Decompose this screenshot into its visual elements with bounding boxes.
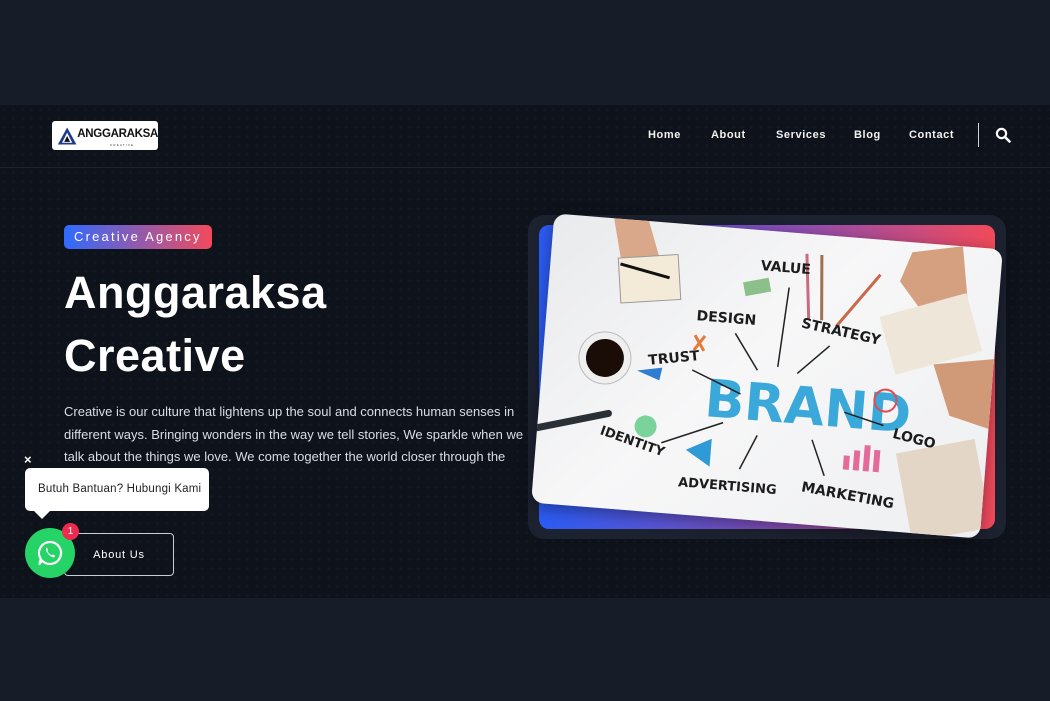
megaphone-icon [685, 438, 712, 467]
word-logo: LOGO [891, 426, 937, 453]
paper-stack-shape [895, 439, 991, 539]
whatsapp-notification-badge: 1 [62, 523, 79, 540]
nav-services[interactable]: Services [776, 129, 826, 141]
hero-title-line2: Creative [64, 330, 246, 381]
logo-text: ANGGARAKSA [77, 128, 158, 140]
marker-shape [533, 409, 612, 432]
nav-contact[interactable]: Contact [909, 129, 954, 141]
pencil-shape [835, 273, 882, 328]
hand-right-lower-shape [933, 359, 995, 429]
tools-icon [692, 334, 707, 352]
word-identity: IDENTITY [598, 423, 667, 460]
site-header: ANGGARAKSA CREATIVE Home About Services … [0, 105, 1050, 168]
bottom-band [0, 598, 1050, 701]
nav-divider [978, 123, 979, 147]
top-band [0, 0, 1050, 105]
hero-title-line1: Anggaraksa [64, 267, 327, 318]
word-trust: TRUST [648, 348, 701, 369]
nav-home[interactable]: Home [648, 129, 681, 141]
whatsapp-tooltip[interactable]: Butuh Bantuan? Hubungi Kami [25, 468, 209, 511]
word-design: DESIGN [696, 308, 757, 329]
nav-about[interactable]: About [711, 129, 746, 141]
word-brand: BRAND [703, 369, 914, 445]
about-us-button[interactable]: About Us [64, 533, 174, 576]
hero-title: Anggaraksa Creative [64, 261, 327, 387]
whatsapp-close-button[interactable]: × [24, 452, 32, 467]
notepad-shape [617, 253, 682, 304]
whatsapp-tooltip-arrow [33, 510, 51, 519]
word-marketing: MARKETING [800, 479, 895, 512]
pencil-shape [820, 255, 824, 321]
whatsapp-icon [37, 540, 63, 566]
money-icon [743, 277, 772, 297]
search-icon[interactable] [995, 127, 1011, 143]
hero-badge: Creative Agency [64, 225, 212, 249]
bar-chart-icon [842, 445, 881, 473]
brand-illustration-svg: VALUE DESIGN STRATEGY TRUST BRAND LOGO I… [533, 218, 995, 539]
logo-subtext: CREATIVE [110, 143, 135, 147]
hero-section: ANGGARAKSA CREATIVE Home About Services … [0, 105, 1050, 598]
brand-illustration-image: VALUE DESIGN STRATEGY TRUST BRAND LOGO I… [531, 213, 1003, 539]
nav-blog[interactable]: Blog [854, 129, 881, 141]
site-logo[interactable]: ANGGARAKSA CREATIVE [52, 121, 158, 150]
logo-mark-icon [57, 127, 77, 144]
word-advertising: ADVERTISING [678, 475, 778, 498]
word-value: VALUE [760, 258, 811, 278]
